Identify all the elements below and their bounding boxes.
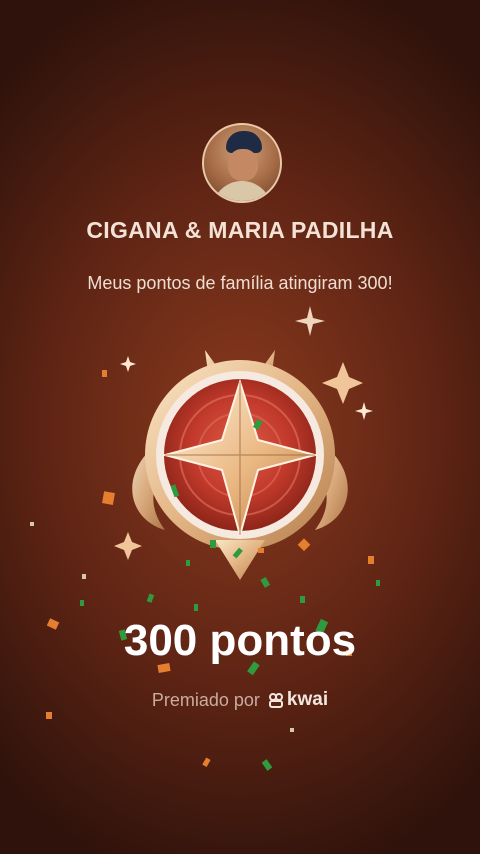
- award-prefix: Premiado por: [151, 689, 260, 710]
- award-attribution: Premiado por kwai: [0, 689, 480, 711]
- avatar-shirt: [212, 181, 272, 201]
- kwai-brand: kwai: [268, 689, 328, 711]
- avatar-face: [228, 149, 258, 181]
- achievement-message: Meus pontos de família atingiram 300!: [87, 273, 393, 293]
- points-total: 300 pontos: [123, 616, 357, 665]
- kwai-brand-name: kwai: [286, 689, 329, 710]
- star-medal-icon: [132, 350, 348, 580]
- kwai-logo-icon: [268, 693, 283, 708]
- profile-name: CIGANA & MARIA PADILHA: [86, 217, 394, 243]
- profile-avatar[interactable]: [202, 123, 282, 203]
